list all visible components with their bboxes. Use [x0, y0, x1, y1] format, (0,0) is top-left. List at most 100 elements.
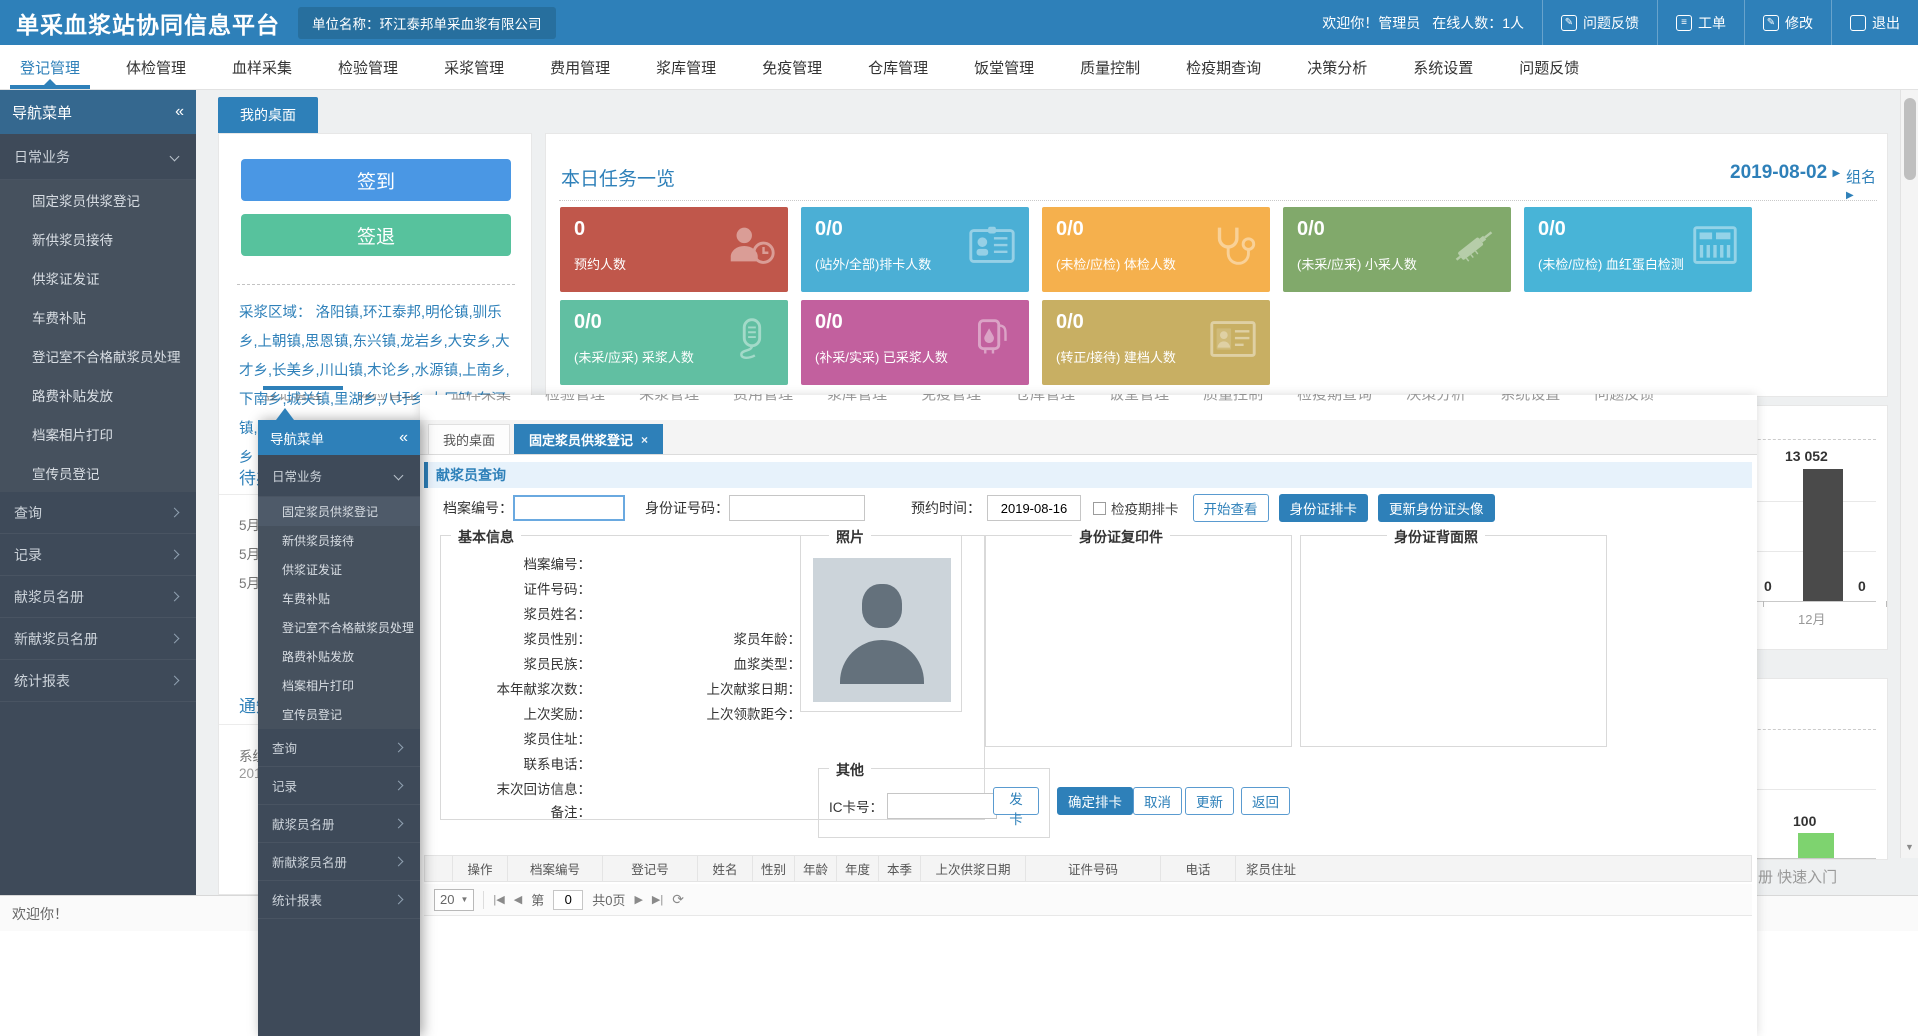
sidebar-group-statistics[interactable]: 统计报表 [0, 660, 196, 702]
feedback-button[interactable]: ✎ 问题反馈 [1543, 0, 1657, 45]
sidebar-item-transport-subsidy[interactable]: 车费补贴 [0, 297, 196, 336]
prev-page-button[interactable]: ◀ [514, 893, 522, 906]
first-page-button[interactable]: |◀ [493, 893, 504, 906]
popup-group-statistics[interactable]: 统计报表 [258, 881, 420, 919]
axis-tick [1886, 601, 1887, 607]
sidebar-group-daily[interactable]: 日常业务 [0, 134, 196, 180]
id-card-queue-button[interactable]: 身份证排卡 [1279, 494, 1369, 522]
popup-group-records[interactable]: 记录 [258, 767, 420, 805]
start-view-button[interactable]: 开始查看 [1193, 494, 1269, 522]
top-nav-registration[interactable]: 登记管理 [20, 45, 80, 89]
top-nav-plasma-store[interactable]: 浆库管理 [656, 45, 716, 89]
refresh-button[interactable]: ⟳ [672, 891, 684, 908]
top-nav-canteen[interactable]: 饭堂管理 [974, 45, 1034, 89]
next-page-button[interactable]: ▶ [634, 893, 642, 906]
cancel-button[interactable]: 取消 [1133, 787, 1182, 815]
popup-item-promoter-registration[interactable]: 宣传员登记 [258, 700, 420, 729]
id-copy-legend: 身份证复印件 [1072, 527, 1170, 547]
task-card-new-files[interactable]: 0/0 (转正/接待) 建档人数 [1042, 300, 1270, 385]
person-clock-icon [724, 222, 778, 270]
ghost-nav-item: 费用管理 [733, 394, 793, 404]
quarantine-checkbox[interactable] [1093, 502, 1106, 515]
task-card-plasma-collection[interactable]: 0/0 (未采/应采) 采浆人数 [560, 300, 788, 385]
collapse-icon[interactable]: « [175, 103, 184, 121]
sign-out-button[interactable]: 签退 [241, 214, 511, 256]
appointment-date-input[interactable] [987, 495, 1081, 521]
top-nav-immunity[interactable]: 免疫管理 [762, 45, 822, 89]
top-nav-fees[interactable]: 费用管理 [550, 45, 610, 89]
tab-my-desktop[interactable]: 我的桌面 [218, 97, 318, 133]
popup-item-fixed-donor-registration[interactable]: 固定浆员供浆登记 [258, 497, 420, 526]
sidebar-group-donor-roster[interactable]: 献浆员名册 [0, 576, 196, 618]
scrollbar-thumb[interactable] [1904, 98, 1916, 180]
top-nav-blood-sampling[interactable]: 血样采集 [232, 45, 292, 89]
sidebar-item-unqualified-donor[interactable]: 登记室不合格献浆员处理 [0, 336, 196, 375]
sidebar-item-certificate-issue[interactable]: 供浆证发证 [0, 258, 196, 297]
photo-fieldset: 照片 [800, 535, 962, 712]
top-nav-physical-exam[interactable]: 体检管理 [126, 45, 186, 89]
confirm-queue-button[interactable]: 确定排卡 [1057, 787, 1133, 815]
ghost-nav-active-indicator [263, 386, 343, 390]
bar-value-label: 13 052 [1785, 448, 1828, 464]
popup-group-new-donor-roster[interactable]: 新献浆员名册 [258, 843, 420, 881]
sidebar-item-new-donor-reception[interactable]: 新供浆员接待 [0, 219, 196, 258]
chevron-right-icon [394, 857, 404, 867]
sign-in-button[interactable]: 签到 [241, 159, 511, 201]
task-card-hemoglobin-test[interactable]: 0/0 (未检/应检) 血红蛋白检测 [1524, 207, 1752, 292]
top-nav-quality[interactable]: 质量控制 [1080, 45, 1140, 89]
task-card-collected[interactable]: 0/0 (补采/实采) 已采浆人数 [801, 300, 1029, 385]
sidebar-group-query[interactable]: 查询 [0, 492, 196, 534]
popup-group-donor-roster[interactable]: 献浆员名册 [258, 805, 420, 843]
sidebar-group-new-donor-roster[interactable]: 新献浆员名册 [0, 618, 196, 660]
close-icon[interactable]: × [641, 433, 648, 447]
popup-group-query[interactable]: 查询 [258, 729, 420, 767]
sidebar-item-fixed-donor-registration[interactable]: 固定浆员供浆登记 [0, 180, 196, 219]
quick-start-links[interactable]: 册 快速入门 [1758, 866, 1837, 887]
popup-item-unqualified-donor[interactable]: 登记室不合格献浆员处理 [258, 613, 420, 642]
task-card-appointments[interactable]: 0 预约人数 [560, 207, 788, 292]
popup-item-certificate-issue[interactable]: 供浆证发证 [258, 555, 420, 584]
popup-item-road-subsidy[interactable]: 路费补贴发放 [258, 642, 420, 671]
page-number-input[interactable] [553, 890, 583, 910]
last-page-button[interactable]: ▶| [652, 893, 663, 906]
update-button[interactable]: 更新 [1185, 787, 1234, 815]
scrollbar-down-arrow[interactable]: ▼ [1905, 842, 1914, 852]
popup-group-daily[interactable]: 日常业务 [258, 455, 420, 497]
sidebar-group-records[interactable]: 记录 [0, 534, 196, 576]
logout-button[interactable]: 退出 [1832, 0, 1918, 45]
top-nav-lab[interactable]: 检验管理 [338, 45, 398, 89]
collapse-icon[interactable]: « [399, 429, 408, 447]
top-nav-plasma-collection[interactable]: 采浆管理 [444, 45, 504, 89]
field-archive-no: 档案编号： [441, 553, 591, 573]
task-card-queue[interactable]: 0/0 (站外/全部)排卡人数 [801, 207, 1029, 292]
update-id-photo-button[interactable]: 更新身份证头像 [1378, 494, 1495, 522]
group-picker[interactable]: 组名 ▶ [1846, 166, 1887, 204]
sidebar-item-photo-print[interactable]: 档案相片打印 [0, 414, 196, 453]
popup-item-new-donor-reception[interactable]: 新供浆员接待 [258, 526, 420, 555]
top-nav-decision[interactable]: 决策分析 [1307, 45, 1367, 89]
table-col-quarter: 本季 [879, 856, 921, 881]
sidebar-item-promoter-registration[interactable]: 宣传员登记 [0, 453, 196, 492]
inner-tab-fixed-donor-registration[interactable]: 固定浆员供浆登记 × [514, 424, 663, 454]
vertical-scrollbar[interactable]: ▼ [1900, 90, 1918, 858]
back-button[interactable]: 返回 [1241, 787, 1290, 815]
page-size-select[interactable]: 20 ▼ [434, 889, 474, 911]
archive-no-input[interactable] [513, 495, 625, 521]
popup-item-transport-subsidy[interactable]: 车费补贴 [258, 584, 420, 613]
issue-card-button[interactable]: 发卡 [993, 787, 1039, 815]
top-nav-warehouse[interactable]: 仓库管理 [868, 45, 928, 89]
inner-tab-my-desktop[interactable]: 我的桌面 [428, 424, 510, 454]
id-no-input[interactable] [729, 495, 865, 521]
popup-item-photo-print[interactable]: 档案相片打印 [258, 671, 420, 700]
task-card-physical-exam[interactable]: 0/0 (未检/应检) 体检人数 [1042, 207, 1270, 292]
date-picker[interactable]: 2019-08-02 ▶ [1730, 162, 1840, 184]
top-nav-feedback[interactable]: 问题反馈 [1519, 45, 1579, 89]
work-order-button[interactable]: ≡ 工单 [1658, 0, 1744, 45]
ic-card-input[interactable] [887, 793, 997, 819]
modify-button[interactable]: ✎ 修改 [1745, 0, 1831, 45]
sidebar-item-road-subsidy[interactable]: 路费补贴发放 [0, 375, 196, 414]
task-card-small-collection[interactable]: 0/0 (未采/应采) 小采人数 [1283, 207, 1511, 292]
welcome-text: 欢迎你！管理员 [1304, 0, 1426, 45]
top-nav-quarantine-query[interactable]: 检疫期查询 [1186, 45, 1261, 89]
top-nav-system[interactable]: 系统设置 [1413, 45, 1473, 89]
